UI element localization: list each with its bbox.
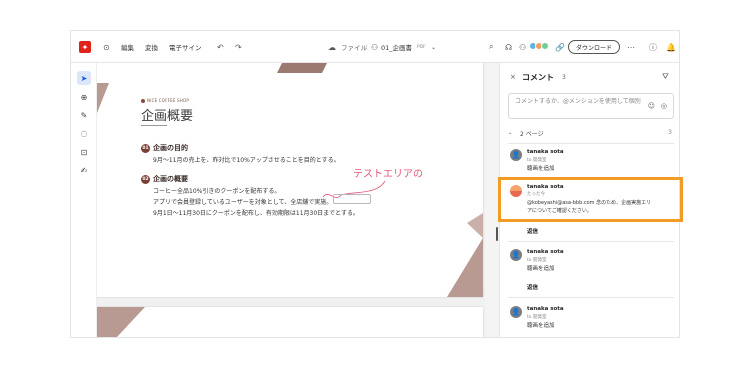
breadcrumb-separator: /	[365, 43, 368, 51]
link-icon[interactable]: 🔗	[555, 31, 565, 63]
acrobat-logo-icon[interactable]: ✦	[79, 41, 91, 53]
undo-icon[interactable]: ↶	[217, 31, 224, 63]
redo-icon[interactable]: ↷	[235, 31, 242, 63]
divider	[508, 297, 674, 298]
body-text: アプリで会員登録しているユーザーを対象として、全店舗で実施。	[153, 199, 333, 206]
divider	[508, 241, 674, 242]
avatar-icon: 👤	[510, 249, 522, 261]
page-title: 企画概要	[141, 109, 194, 124]
file-type: PDF	[417, 44, 426, 50]
comment-author: tanaka sota	[527, 149, 564, 155]
menu-sign[interactable]: 電子サイン	[169, 31, 202, 63]
comment-input[interactable]: コメントするか、@メンションを使用して個別 ☺ ◎	[508, 93, 674, 119]
pen-icon[interactable]: ✎	[77, 108, 91, 122]
section-number: 02	[141, 174, 150, 184]
section-heading: 02 企画の概要	[141, 174, 188, 184]
sign-icon[interactable]: ✍	[77, 163, 91, 177]
avatar	[541, 42, 549, 50]
menu-edit[interactable]: 編集	[121, 31, 134, 63]
avatar-icon: 👤	[510, 306, 522, 318]
reply-button[interactable]: 返信	[527, 283, 538, 291]
comment-text[interactable]: 聴画を追加	[527, 321, 555, 329]
comment-meta: to 開発室	[527, 315, 547, 320]
reply-button[interactable]: 返信	[527, 227, 538, 235]
history-icon[interactable]: ⊙	[103, 31, 110, 63]
close-icon[interactable]: ×	[510, 73, 516, 81]
help-icon[interactable]: ⓘ	[649, 31, 657, 63]
page-decoration	[97, 307, 145, 337]
people-icon: ⚇	[371, 42, 379, 52]
lasso-icon[interactable]: ◌	[77, 126, 91, 140]
title-underline	[141, 125, 167, 126]
download-button[interactable]: ダウンロード	[568, 40, 620, 54]
headset-icon[interactable]: ☊	[505, 31, 512, 63]
comment-meta: to 開発室	[527, 158, 547, 163]
search-icon[interactable]: ⌕	[489, 31, 493, 63]
body-text: コーヒー全品10%引きのクーポンを配布する。	[153, 188, 281, 195]
text-select-icon[interactable]: ⊡	[77, 145, 91, 159]
body-text: 9月1日〜11月30日にクーポンを配布し、有効期限は11月30日までとする。	[153, 210, 359, 217]
file-location[interactable]: ファイル	[341, 31, 367, 63]
top-toolbar: ✦ ⊙ 編集 変換 電子サイン ↶ ↷ ☁ ファイル / ⚇ 01_企画書 PD…	[71, 31, 679, 63]
focus-highlight	[498, 177, 683, 222]
brand-label: NICE COFFEE SHOP	[141, 98, 189, 103]
comment-text[interactable]: 聴画を追加	[527, 164, 555, 172]
page-section-header[interactable]: ⌄ 2 ページ 3	[508, 127, 674, 141]
collaborator-avatars[interactable]	[529, 42, 549, 50]
filter-icon[interactable]: ⛛	[662, 72, 669, 82]
comment-tool-icon[interactable]: ⊕	[77, 90, 91, 104]
emoji-icon[interactable]: ☺	[648, 102, 655, 111]
mention-icon[interactable]: ◎	[661, 102, 667, 111]
highlight-box[interactable]	[333, 194, 371, 204]
more-icon[interactable]: ⋯	[627, 31, 635, 63]
pdf-page[interactable]: NICE COFFEE SHOP 企画概要 01 企画の目的 9月〜11月の売上…	[97, 63, 483, 297]
cursor-icon[interactable]: ➤	[77, 71, 91, 85]
panel-resize-handle[interactable]	[496, 227, 498, 241]
tool-rail: ➤ ⊕ ✎ ◌ ⊡ ✍	[71, 63, 97, 337]
comment-count: 3	[562, 73, 566, 81]
avatar-icon: 👤	[510, 149, 522, 161]
menu-convert[interactable]: 変換	[145, 31, 158, 63]
comment-author: tanaka sota	[527, 306, 564, 312]
comment-meta: to 開発室	[527, 258, 547, 263]
chevron-down-icon[interactable]: ⌄	[431, 31, 436, 63]
comment-text[interactable]: 聴画を追加	[527, 264, 555, 272]
bell-icon[interactable]: 🔔	[666, 31, 676, 63]
pdf-page[interactable]	[97, 307, 483, 337]
chevron-down-icon[interactable]: ⌄	[508, 130, 512, 136]
comment-author: tanaka sota	[527, 249, 564, 255]
panel-header: × コメント 3 ⛛	[500, 63, 679, 91]
file-name[interactable]: 01_企画書	[381, 31, 412, 63]
section-number: 01	[141, 143, 150, 153]
divider	[508, 143, 674, 144]
body-text: 9月〜11月の売上を、昨対比で10%アップさせることを目的とする。	[153, 157, 340, 164]
document-canvas[interactable]: NICE COFFEE SHOP 企画概要 01 企画の目的 9月〜11月の売上…	[97, 63, 485, 337]
share-people-icon[interactable]: ⚇	[519, 31, 526, 63]
cloud-icon: ☁	[328, 42, 336, 52]
section-heading: 01 企画の目的	[141, 143, 188, 153]
panel-title: コメント	[522, 72, 554, 82]
